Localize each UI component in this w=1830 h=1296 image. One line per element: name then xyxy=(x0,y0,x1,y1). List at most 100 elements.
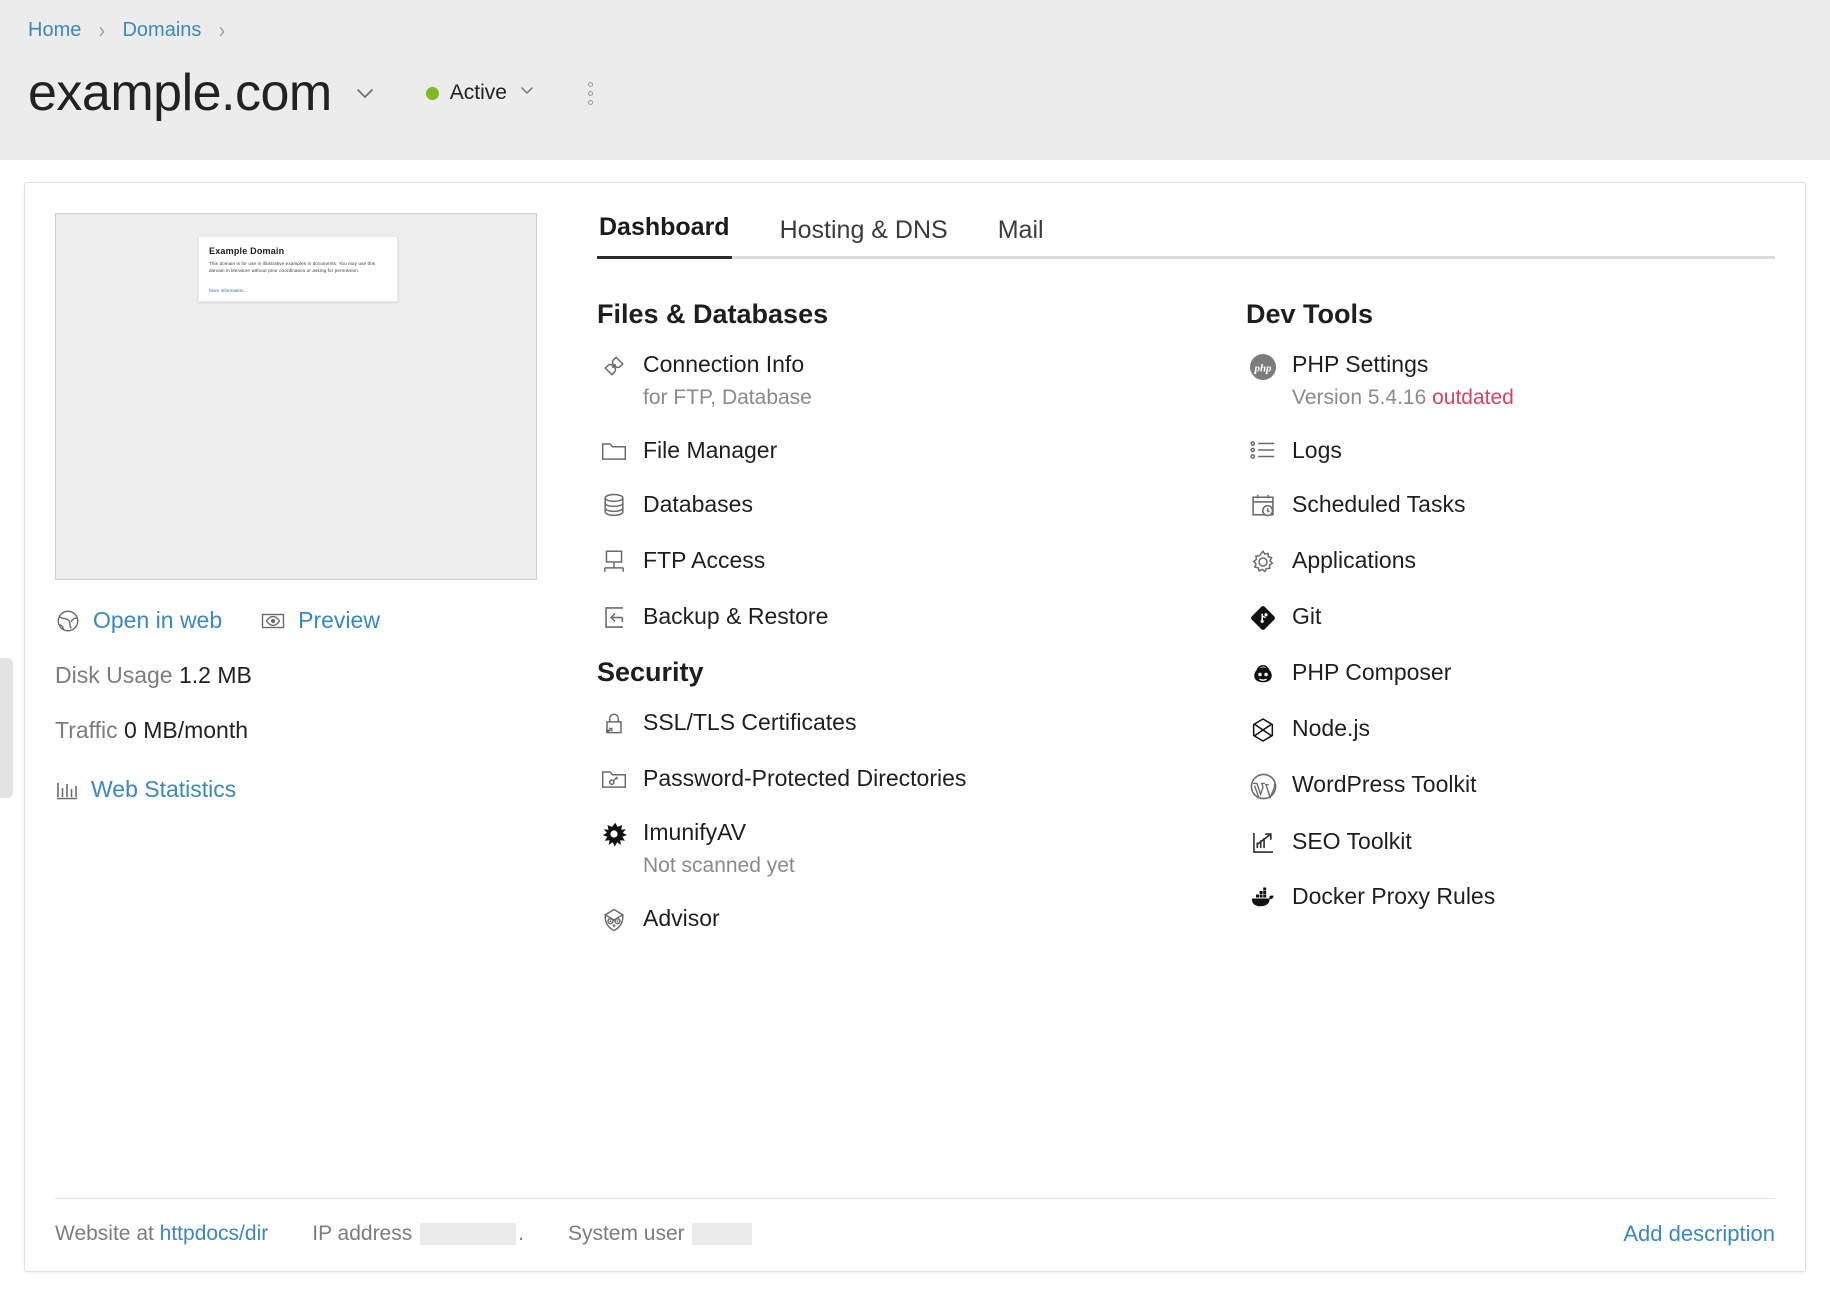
kebab-dot xyxy=(587,90,593,96)
php-version: Version 5.4.16 xyxy=(1292,386,1427,409)
svg-text:php: php xyxy=(1253,363,1272,375)
tool-file-manager[interactable]: File Manager xyxy=(597,436,1186,464)
lock-icon xyxy=(597,708,631,738)
disk-usage-label: Disk Usage xyxy=(55,662,173,688)
breadcrumb: Home › Domains › xyxy=(28,10,1830,43)
site-screenshot-thumbnail[interactable]: Example Domain This domain is for use in… xyxy=(55,213,537,580)
section-title-security: Security xyxy=(597,657,704,687)
files-security-column: Files & Databases Connection Info for FT… xyxy=(597,293,1186,960)
seo-chart-icon xyxy=(1246,827,1280,856)
preview-link[interactable]: Preview xyxy=(260,607,380,634)
tools-columns: Files & Databases Connection Info for FT… xyxy=(597,267,1775,960)
backup-restore-icon xyxy=(597,602,631,631)
tool-seo-toolkit[interactable]: SEO Toolkit xyxy=(1246,827,1775,856)
tool-backup-restore[interactable]: Backup & Restore xyxy=(597,602,1186,631)
tool-ftp-access[interactable]: FTP Access xyxy=(597,546,1186,576)
website-at-label: Website at xyxy=(55,1222,154,1245)
dev-tools-column: Dev Tools php PHP Settings Version 5.4.1… xyxy=(1186,293,1775,960)
tool-label: Connection Info xyxy=(643,351,805,377)
page-header: Home › Domains › example.com Active xyxy=(0,0,1830,160)
site-preview-more-link: More information... xyxy=(209,288,248,294)
breadcrumb-item-domains[interactable]: Domains xyxy=(122,19,201,41)
traffic-metric: Traffic 0 MB/month xyxy=(55,717,557,744)
php-outdated-badge: outdated xyxy=(1432,386,1514,409)
status-chevron-down-icon[interactable] xyxy=(518,81,536,105)
tool-logs[interactable]: Logs xyxy=(1246,436,1775,464)
preview-label: Preview xyxy=(298,607,380,633)
status-dot-icon xyxy=(425,86,439,100)
disk-usage-metric: Disk Usage 1.2 MB xyxy=(55,662,557,689)
tool-label: Scheduled Tasks xyxy=(1292,491,1466,517)
tool-nodejs[interactable]: Node.js xyxy=(1246,714,1775,744)
tool-password-protected-directories[interactable]: Password-Protected Directories xyxy=(597,764,1186,792)
tool-label: Backup & Restore xyxy=(643,603,829,629)
tool-label: FTP Access xyxy=(643,547,766,573)
tool-sublabel: Not scanned yet xyxy=(643,854,795,877)
site-summary-column: Example Domain This domain is for use in… xyxy=(55,213,575,1180)
tool-php-settings[interactable]: php PHP Settings Version 5.4.16 outdated xyxy=(1246,350,1775,410)
website-at-info: Website at httpdocs/dir xyxy=(55,1222,268,1246)
status-badge[interactable]: Active xyxy=(425,81,536,105)
docker-icon xyxy=(1246,882,1280,910)
site-preview-body: This domain is for use in illustrative e… xyxy=(209,261,376,273)
ip-address-label: IP address xyxy=(312,1222,413,1245)
bar-chart-icon xyxy=(55,779,79,801)
tool-php-composer[interactable]: PHP Composer xyxy=(1246,658,1775,688)
web-statistics-label: Web Statistics xyxy=(91,776,237,802)
chevron-down-icon[interactable] xyxy=(352,80,378,106)
breadcrumb-item-home[interactable]: Home xyxy=(28,19,81,41)
owl-icon xyxy=(597,904,631,934)
kebab-menu-icon[interactable] xyxy=(578,76,603,111)
tool-git[interactable]: Git xyxy=(1246,602,1775,632)
breadcrumb-separator-icon: › xyxy=(218,17,225,43)
disk-usage-value: 1.2 MB xyxy=(179,662,252,688)
tab-dashboard[interactable]: Dashboard xyxy=(597,213,732,259)
php-icon: php xyxy=(1246,350,1280,382)
tool-label: Advisor xyxy=(643,905,720,931)
system-user-value-redacted xyxy=(692,1223,753,1246)
tab-hosting-dns[interactable]: Hosting & DNS xyxy=(778,216,950,259)
site-preview-page: Example Domain This domain is for use in… xyxy=(198,236,398,302)
left-edge-drag-handle[interactable] xyxy=(0,658,13,798)
tool-imunifyav[interactable]: ImunifyAV Not scanned yet xyxy=(597,818,1186,878)
title-row: example.com Active xyxy=(28,64,1830,122)
tool-label: Password-Protected Directories xyxy=(643,765,967,791)
dashboard-column: Dashboard Hosting & DNS Mail Files & Dat… xyxy=(575,213,1775,1180)
tool-scheduled-tasks[interactable]: Scheduled Tasks xyxy=(1246,490,1775,520)
tool-docker-proxy-rules[interactable]: Docker Proxy Rules xyxy=(1246,882,1775,910)
tool-label: Node.js xyxy=(1292,715,1370,741)
imunify-burst-icon xyxy=(597,818,631,848)
web-statistics-link[interactable]: Web Statistics xyxy=(55,776,236,803)
open-in-web-link[interactable]: Open in web xyxy=(55,607,222,634)
plug-connection-icon xyxy=(597,350,631,380)
composer-icon xyxy=(1246,658,1280,688)
tool-sublabel: Version 5.4.16 outdated xyxy=(1292,386,1514,410)
website-path-link[interactable]: httpdocs/dir xyxy=(160,1222,269,1245)
tool-applications[interactable]: Applications xyxy=(1246,546,1775,576)
system-user-label: System user xyxy=(567,1222,685,1245)
ip-address-info: IP address . xyxy=(312,1222,524,1246)
tool-label: Git xyxy=(1292,603,1322,629)
git-icon xyxy=(1246,602,1280,632)
tool-label: WordPress Toolkit xyxy=(1292,771,1477,797)
tool-wordpress-toolkit[interactable]: WordPress Toolkit xyxy=(1246,770,1775,801)
calendar-clock-icon xyxy=(1246,490,1280,520)
traffic-label: Traffic xyxy=(55,717,118,743)
system-user-info: System user xyxy=(568,1222,755,1246)
kebab-dot xyxy=(587,81,593,87)
tool-ssl-tls-certificates[interactable]: SSL/TLS Certificates xyxy=(597,708,1186,738)
tab-mail[interactable]: Mail xyxy=(996,216,1046,259)
wordpress-icon xyxy=(1246,770,1280,801)
ip-address-value-redacted xyxy=(420,1223,517,1246)
add-description-link[interactable]: Add description xyxy=(1623,1221,1775,1247)
tab-bar: Dashboard Hosting & DNS Mail xyxy=(597,213,1775,259)
open-in-web-label: Open in web xyxy=(93,607,223,633)
tool-label: PHP Settings xyxy=(1292,351,1429,377)
tool-connection-info[interactable]: Connection Info for FTP, Database xyxy=(597,350,1186,410)
tool-databases[interactable]: Databases xyxy=(597,490,1186,520)
site-links-row: Open in web Preview xyxy=(55,607,557,634)
tool-label: Docker Proxy Rules xyxy=(1292,883,1496,909)
tool-advisor[interactable]: Advisor xyxy=(597,904,1186,934)
breadcrumb-separator-icon: › xyxy=(98,17,105,43)
gear-icon xyxy=(1246,546,1280,576)
